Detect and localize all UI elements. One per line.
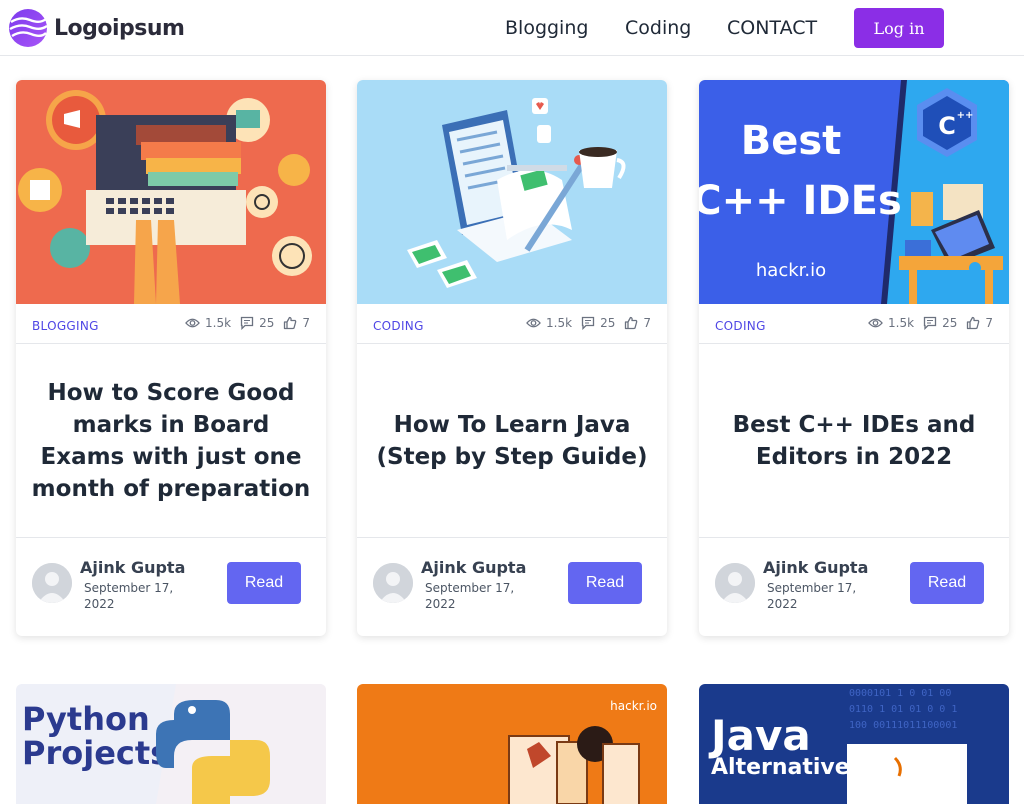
post-title[interactable]: How To Learn Java (Step by Step Guide) xyxy=(369,344,655,537)
image-text-cpp-ides: C++ IDEs xyxy=(699,178,902,224)
nav-link-coding[interactable]: Coding xyxy=(625,17,691,39)
post-image-python-projects[interactable]: Python Projects xyxy=(16,684,326,804)
comments-stat: 25 xyxy=(923,316,957,330)
views-stat: 1.5k xyxy=(185,316,231,330)
thumbs-up-icon xyxy=(284,316,297,330)
comment-icon xyxy=(240,316,254,330)
post-image-java-alternatives[interactable]: 0000101 1 0 01 00 0110 1 01 01 0 0 1 100… xyxy=(699,684,1009,804)
read-button[interactable]: Read xyxy=(227,562,301,604)
category-tag[interactable]: BLOGGING xyxy=(32,319,99,333)
views-stat: 1.5k xyxy=(526,316,572,330)
post-image-laptop-study[interactable] xyxy=(16,80,326,304)
post-title[interactable]: How to Score Good marks in Board Exams w… xyxy=(28,344,314,537)
login-button[interactable]: Log in xyxy=(854,8,944,48)
eye-icon xyxy=(185,318,200,328)
post-image-cpp-ides[interactable]: Best C++ IDEs hackr.io C ++ xyxy=(699,80,1009,304)
svg-text:0000101 1 0 01 00: 0000101 1 0 01 00 xyxy=(849,688,951,699)
author-row: Ajink Gupta September 17, 2022 Read xyxy=(699,537,1009,636)
thumbs-up-icon xyxy=(625,316,638,330)
post-card: CODING 1.5k 25 7 How To Learn Java (Step… xyxy=(357,80,667,636)
comment-icon xyxy=(923,316,937,330)
image-text-hackr: hackr.io xyxy=(610,699,657,713)
read-button[interactable]: Read xyxy=(910,562,984,604)
category-tag[interactable]: CODING xyxy=(373,319,424,333)
svg-text:0110 1 01 01 0 0 1: 0110 1 01 01 0 0 1 xyxy=(849,704,957,715)
comments-stat: 25 xyxy=(240,316,274,330)
logo-icon xyxy=(9,9,48,47)
likes-stat: 7 xyxy=(283,316,310,330)
comments-stat: 25 xyxy=(581,316,615,330)
author-row: Ajink Gupta September 17, 2022 Read xyxy=(357,537,667,636)
image-text-hackr: hackr.io xyxy=(756,260,826,281)
comment-icon xyxy=(581,316,595,330)
post-title[interactable]: Best C++ IDEs and Editors in 2022 xyxy=(711,344,997,537)
views-stat: 1.5k xyxy=(868,316,914,330)
author-name: Ajink Gupta xyxy=(763,558,869,577)
author-row: Ajink Gupta September 17, 2022 Read xyxy=(16,537,326,636)
avatar xyxy=(715,563,755,603)
thumbs-up-icon xyxy=(967,316,980,330)
read-button[interactable]: Read xyxy=(568,562,642,604)
svg-text:100 00111011100001: 100 00111011100001 xyxy=(849,720,957,731)
nav-link-contact[interactable]: CONTACT xyxy=(727,17,817,39)
image-text-projects: Projects xyxy=(22,734,169,772)
eye-icon xyxy=(526,318,541,328)
image-text-best: Best xyxy=(741,118,842,164)
avatar xyxy=(32,563,72,603)
navbar: Logoipsum Blogging Coding CONTACT Log in xyxy=(0,0,1024,56)
post-card: BLOGGING 1.5k 25 7 How to Score Good mar… xyxy=(16,80,326,636)
post-date: September 17, 2022 xyxy=(425,581,515,611)
post-image-hackr-illustration[interactable]: hackr.io xyxy=(357,684,667,804)
author-name: Ajink Gupta xyxy=(80,558,186,577)
post-meta: BLOGGING 1.5k 25 7 xyxy=(16,304,326,344)
post-stats: 1.5k 25 7 xyxy=(859,316,993,330)
svg-text:C: C xyxy=(938,112,956,140)
image-text-python: Python xyxy=(22,700,150,738)
post-meta: CODING 1.5k 25 7 xyxy=(699,304,1009,344)
post-card: Best C++ IDEs hackr.io C ++ CODING 1.5k xyxy=(699,80,1009,636)
post-meta: CODING 1.5k 25 7 xyxy=(357,304,667,344)
nav-link-blogging[interactable]: Blogging xyxy=(505,17,588,39)
post-image-laptop-code[interactable] xyxy=(357,80,667,304)
logo-text: Logoipsum xyxy=(54,15,185,41)
author-name: Ajink Gupta xyxy=(421,558,527,577)
post-stats: 1.5k 25 7 xyxy=(517,316,651,330)
likes-stat: 7 xyxy=(966,316,993,330)
svg-text:++: ++ xyxy=(957,110,974,121)
likes-stat: 7 xyxy=(624,316,651,330)
image-text-java: Java xyxy=(708,711,811,760)
post-date: September 17, 2022 xyxy=(84,581,174,611)
category-tag[interactable]: CODING xyxy=(715,319,766,333)
logo[interactable]: Logoipsum xyxy=(8,8,185,48)
post-date: September 17, 2022 xyxy=(767,581,857,611)
avatar xyxy=(373,563,413,603)
eye-icon xyxy=(868,318,883,328)
post-stats: 1.5k 25 7 xyxy=(176,316,310,330)
